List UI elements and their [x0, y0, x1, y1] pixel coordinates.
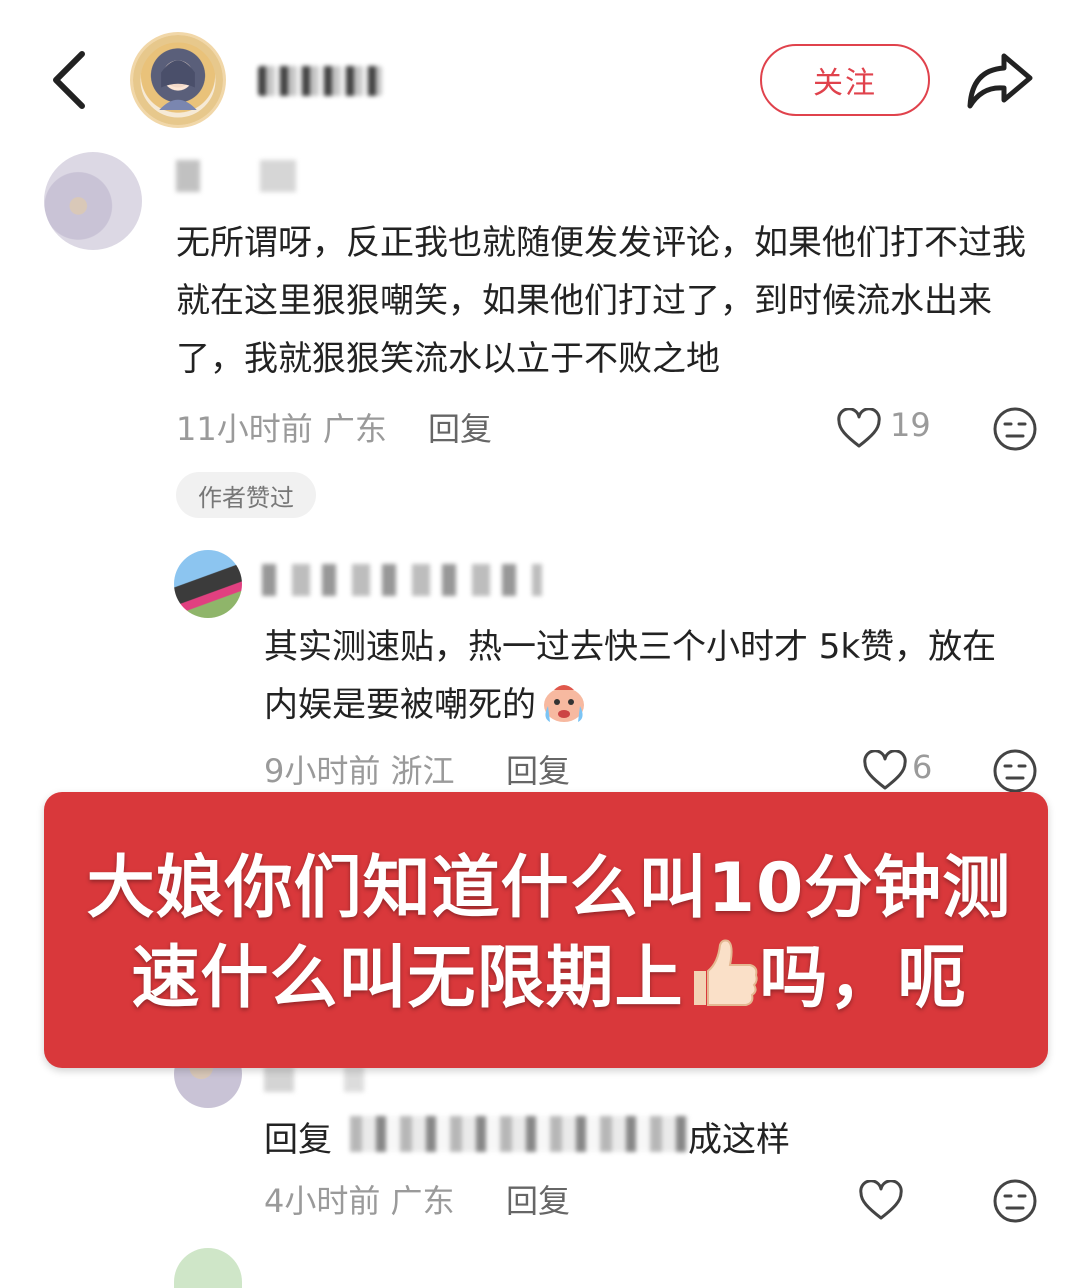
like-count: 19	[890, 406, 931, 444]
next-commenter-avatar[interactable]	[174, 1248, 242, 1288]
reply-meta: 4小时前 广东	[264, 1176, 455, 1222]
follow-button[interactable]: 关注	[760, 44, 930, 116]
reaction-face-icon[interactable]	[992, 748, 1038, 794]
caption-text: 大娘你们知道什么叫10分钟测速什么叫无限期上 吗，呃	[74, 844, 1024, 1024]
author-liked-badge: 作者赞过	[176, 472, 316, 518]
thumbs-up-icon	[693, 939, 758, 1006]
caption-banner: 大娘你们知道什么叫10分钟测速什么叫无限期上 吗，呃	[44, 792, 1048, 1068]
commenter-name-redacted	[176, 160, 296, 192]
heart-icon[interactable]	[858, 1180, 904, 1222]
avatar-ring-text	[133, 35, 223, 125]
reply-text-content: 其实测速贴，热一过去快三个小时才 5k赞，放在内娱是要被嘲死的	[264, 627, 997, 725]
reply-text: 其实测速贴，热一过去快三个小时才 5k赞，放在内娱是要被嘲死的	[264, 618, 1024, 734]
reply-location: 浙江	[390, 752, 455, 790]
reaction-face-icon[interactable]	[992, 406, 1038, 452]
reaction-face-icon[interactable]	[992, 1178, 1038, 1224]
back-icon[interactable]	[44, 48, 100, 112]
comment-location: 广东	[322, 410, 387, 448]
replier-avatar[interactable]	[174, 550, 242, 618]
heart-icon[interactable]	[836, 408, 882, 450]
reply-meta: 9小时前 浙江	[264, 746, 455, 792]
username-redacted	[258, 66, 382, 96]
reply-reply-button[interactable]: 回复	[506, 746, 570, 792]
comment-reply-button[interactable]: 回复	[428, 404, 492, 450]
share-icon[interactable]	[964, 48, 1036, 112]
heart-icon[interactable]	[862, 750, 908, 792]
reply-text-tail: 成这样	[688, 1120, 790, 1160]
reply-target-redacted	[350, 1116, 690, 1152]
comment-text: 无所谓呀，反正我也就随便发发评论，如果他们打不过我就在这里狠狠嘲笑，如果他们打过…	[176, 223, 1026, 379]
replier-name-redacted	[262, 564, 542, 596]
like-count: 6	[912, 748, 933, 786]
replier-name-redacted	[264, 1066, 364, 1092]
reply-reply-button[interactable]: 回复	[506, 1176, 570, 1222]
reply-time: 4小时前	[264, 1182, 381, 1220]
caption-text-after: 吗，呃	[759, 939, 967, 1018]
comment-meta: 11小时前 广东	[176, 404, 387, 450]
reply-location: 广东	[390, 1182, 455, 1220]
commenter-avatar[interactable]	[44, 152, 142, 250]
reply-prefix: 回复	[264, 1120, 332, 1160]
crying-face-icon	[544, 685, 584, 722]
comment-time: 11小时前	[176, 410, 313, 448]
reply-time: 9小时前	[264, 752, 381, 790]
author-avatar[interactable]	[130, 32, 226, 128]
